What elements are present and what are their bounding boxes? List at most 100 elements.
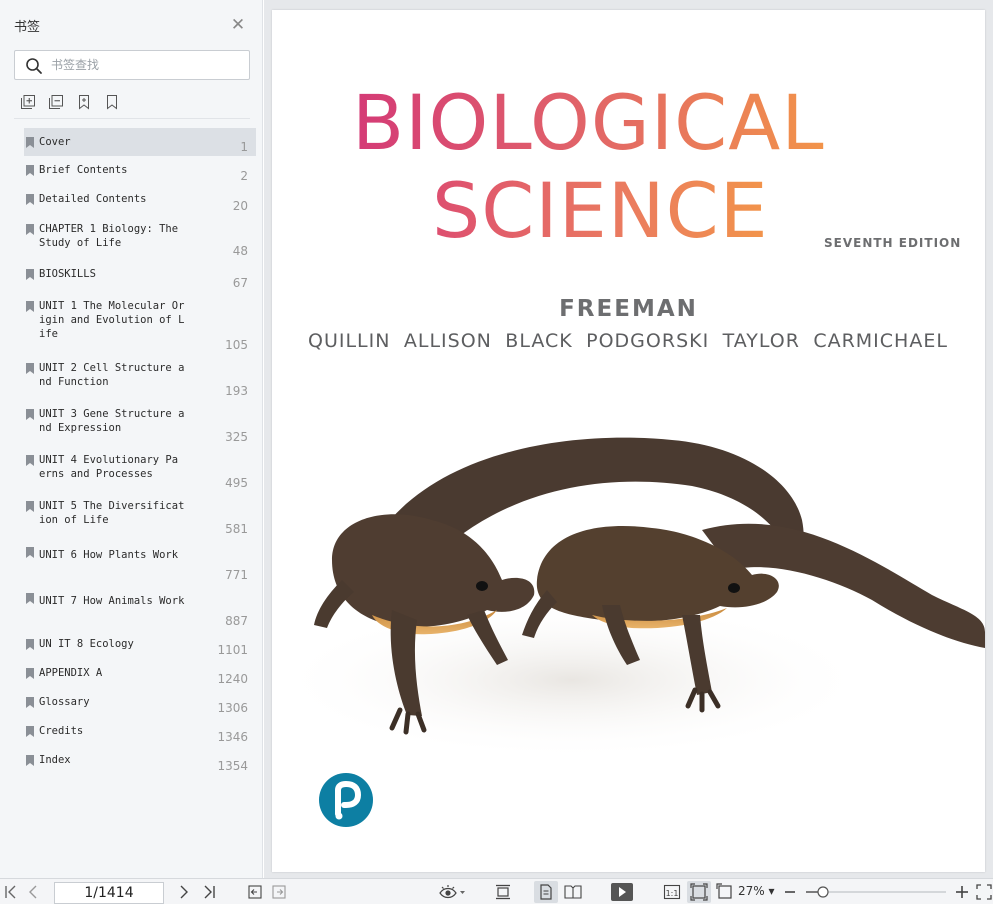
bookmark-search-box[interactable]	[14, 50, 250, 80]
bookmark-flag-icon	[26, 593, 34, 604]
first-page-icon[interactable]	[4, 883, 18, 901]
bookmark-item[interactable]: Brief Contents 2	[24, 156, 256, 185]
bookmark-flag-icon	[26, 755, 34, 766]
bookmark-label: UNIT 1 The Molecular Origin and Evolutio…	[39, 300, 185, 340]
cover-author: PODGORSKI	[586, 330, 710, 352]
zoom-in-icon[interactable]	[955, 883, 969, 901]
cover-author: TAYLOR	[722, 330, 800, 352]
bookmark-panel-title: 书签	[14, 20, 41, 35]
cover-coauthors: QUILLIN ALLISON BLACK PODGORSKI TAYLOR C…	[308, 330, 948, 352]
bookmark-item[interactable]: UNIT 4 Evolutionary Pa erns and Processe…	[24, 446, 256, 492]
pearson-logo	[319, 773, 373, 827]
bookmark-label: Glossary	[39, 696, 90, 708]
bookmark-page: 325	[225, 430, 248, 444]
bookmark-item[interactable]: UNIT 1 The Molecular Origin and Evolutio…	[24, 292, 256, 354]
last-page-icon[interactable]	[202, 883, 216, 901]
bookmark-page: 495	[225, 476, 248, 490]
previous-page-icon[interactable]	[27, 883, 39, 901]
bookmark-flag-icon	[26, 194, 34, 205]
bookmark-page: 887	[225, 614, 248, 628]
cover-author: ALLISON	[403, 330, 492, 352]
close-icon[interactable]: ✕	[229, 16, 247, 34]
bottom-toolbar: 1:1 27% ▾	[0, 878, 993, 904]
bookmark-item[interactable]: Index 1354	[24, 746, 256, 775]
bookmark-page: 1101	[217, 643, 248, 657]
bookmark-item[interactable]: UNIT 7 How Animals Work 887	[24, 584, 256, 630]
bookmark-item[interactable]: UNIT 5 The Diversification of Life 581	[24, 492, 256, 538]
bookmark-page: 48	[232, 244, 248, 258]
eye-protection-icon[interactable]	[438, 883, 466, 901]
zoom-slider[interactable]	[806, 885, 946, 899]
bookmark-label: UNIT 5 The Diversification of Life	[39, 500, 185, 526]
cover-lead-author: FREEMAN	[559, 296, 698, 322]
bookmark-flag-icon	[26, 301, 34, 312]
bookmark-icon[interactable]	[104, 94, 120, 110]
bookmark-label: Index	[39, 754, 71, 766]
rotate-icon[interactable]	[716, 883, 734, 901]
bookmark-flag-icon	[26, 547, 34, 558]
page-number-input[interactable]	[54, 882, 164, 904]
bookmark-item[interactable]: Detailed Contents 20	[24, 185, 256, 215]
fit-page-button[interactable]	[687, 881, 711, 903]
navigate-forward-icon[interactable]	[272, 883, 286, 901]
divider	[14, 118, 250, 119]
bookmark-label: Detailed Contents	[39, 193, 147, 205]
bookmark-label: UNIT 7 How Animals Work	[39, 595, 185, 607]
cover-newts-illustration	[272, 437, 985, 760]
pdf-page-cover: BIOLOGICAL SCIENCE SEVENTH EDITION FREEM…	[272, 10, 985, 872]
bookmark-page: 771	[225, 568, 248, 582]
cover-title-line1: BIOLOGICAL	[352, 78, 825, 167]
bookmark-flag-icon	[26, 639, 34, 650]
bookmark-flag-icon	[26, 224, 34, 235]
zoom-slider-knob[interactable]	[817, 886, 829, 898]
next-page-icon[interactable]	[178, 883, 190, 901]
zoom-out-icon[interactable]	[784, 883, 796, 901]
bookmark-item[interactable]: UN IT 8 Ecology 1101	[24, 630, 256, 659]
bookmark-item[interactable]: Credits 1346	[24, 717, 256, 746]
fullscreen-icon[interactable]	[976, 883, 992, 901]
expand-all-icon[interactable]	[20, 94, 36, 110]
bookmark-flag-icon	[26, 363, 34, 374]
bookmark-page: 581	[225, 522, 248, 536]
bookmark-flag-icon	[26, 455, 34, 466]
bookmark-label: UN IT 8 Ecology	[39, 638, 134, 650]
document-viewport[interactable]: BIOLOGICAL SCIENCE SEVENTH EDITION FREEM…	[264, 0, 993, 878]
bookmark-label: CHAPTER 1 Biology: The Study of Life	[39, 223, 185, 249]
bookmark-item[interactable]: UNIT 2 Cell Structure and Function 193	[24, 354, 256, 400]
bookmark-flag-icon	[26, 269, 34, 280]
bookmark-flag-icon	[26, 726, 34, 737]
bookmark-flag-icon	[26, 165, 34, 176]
bookmark-flag-icon	[26, 137, 34, 148]
actual-size-icon[interactable]: 1:1	[663, 883, 681, 901]
bookmark-page: 1354	[217, 759, 248, 773]
play-slideshow-icon[interactable]	[610, 883, 634, 901]
bookmark-item[interactable]: UNIT 6 How Plants Work 771	[24, 538, 256, 584]
bookmark-flag-icon	[26, 668, 34, 679]
bookmark-label: UNIT 3 Gene Structure and Expression	[39, 408, 185, 434]
bookmark-page: 105	[225, 338, 248, 352]
navigate-back-icon[interactable]	[248, 883, 262, 901]
bookmark-page: 1306	[217, 701, 248, 715]
bookmark-item[interactable]: BIOSKILLS 67	[24, 260, 256, 292]
cover-author: QUILLIN	[308, 330, 391, 352]
bookmark-page: 2	[240, 169, 248, 183]
cover-author: BLACK	[505, 330, 573, 352]
bookmark-label: Cover	[39, 136, 71, 148]
collapse-all-icon[interactable]	[48, 94, 64, 110]
bookmark-label: UNIT 2 Cell Structure and Function	[39, 362, 185, 388]
zoom-level-dropdown[interactable]: 27% ▾	[738, 884, 775, 898]
add-bookmark-icon[interactable]	[76, 94, 92, 110]
bookmark-page: 1	[240, 140, 248, 154]
single-page-view-button[interactable]	[534, 881, 558, 903]
bookmark-item[interactable]: CHAPTER 1 Biology: The Study of Life 48	[24, 215, 256, 260]
two-page-view-icon[interactable]	[563, 883, 583, 901]
bookmark-item[interactable]: APPENDIX A 1240	[24, 659, 256, 688]
bookmark-item[interactable]: Glossary 1306	[24, 688, 256, 717]
bookmark-item[interactable]: UNIT 3 Gene Structure and Expression 325	[24, 400, 256, 446]
bookmark-item[interactable]: Cover 1	[24, 128, 256, 156]
bookmark-page: 1240	[217, 672, 248, 686]
bookmark-label: Credits	[39, 725, 84, 737]
bookmark-search-input[interactable]	[51, 55, 241, 75]
bookmark-flag-icon	[26, 501, 34, 512]
fit-height-icon[interactable]	[494, 883, 512, 901]
